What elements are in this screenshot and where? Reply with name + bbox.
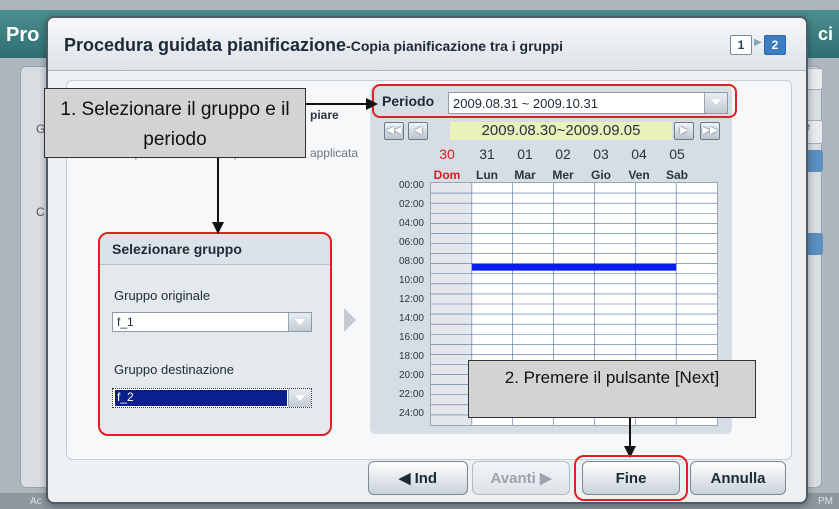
back-button[interactable]: ◀ Ind xyxy=(368,461,468,495)
time-label: 14:00 xyxy=(398,313,424,324)
time-label: 22:00 xyxy=(398,389,424,400)
previous-week-button[interactable]: ◀ xyxy=(408,122,428,140)
group-panel-heading: Selezionare gruppo xyxy=(112,241,242,257)
cancel-button[interactable]: Annulla xyxy=(690,461,786,495)
date-number: 04 xyxy=(631,146,647,162)
step-arrow-icon: ▶ xyxy=(754,37,762,48)
date-number: 03 xyxy=(593,146,609,162)
time-label: 04:00 xyxy=(398,218,424,229)
group-panel-header: Selezionare gruppo xyxy=(100,234,330,265)
original-group-label: Gruppo originale xyxy=(114,288,211,303)
callout1-arrow-down-line xyxy=(217,158,219,224)
original-group-value: f_1 xyxy=(117,315,134,329)
description-bold: piare xyxy=(310,108,339,122)
chevron-down-icon[interactable] xyxy=(288,313,311,331)
date-number: 30 xyxy=(439,146,455,162)
callout1-arrow-right-icon xyxy=(366,98,378,110)
day-name: Mer xyxy=(552,168,574,182)
arrow-right-icon xyxy=(344,308,356,332)
chevron-down-icon[interactable] xyxy=(288,389,311,407)
period-label: Periodo xyxy=(382,93,435,109)
background-label-c: C xyxy=(36,205,45,219)
time-label: 06:00 xyxy=(398,237,424,248)
time-label: 02:00 xyxy=(398,199,424,210)
time-label: 18:00 xyxy=(398,351,424,362)
date-number: 02 xyxy=(555,146,571,162)
day-name: Mar xyxy=(514,168,536,182)
date-number: 01 xyxy=(517,146,533,162)
time-label: 00:00 xyxy=(398,180,424,191)
last-week-button[interactable]: ▶▶ xyxy=(700,122,720,140)
step-indicator-2: 2 xyxy=(764,35,786,55)
destination-group-label: Gruppo destinazione xyxy=(114,362,234,377)
dialog-subtitle: -Copia pianificazione tra i gruppi xyxy=(346,38,564,54)
callout-step2: 2. Premere il pulsante [Next] xyxy=(468,360,756,418)
destination-group-select[interactable]: f_2 xyxy=(112,388,312,408)
dialog-title: Procedura guidata pianificazione-Copia p… xyxy=(64,35,563,56)
time-label: 16:00 xyxy=(398,332,424,343)
chevron-down-icon[interactable] xyxy=(704,93,727,113)
day-name: Gio xyxy=(591,168,611,182)
next-week-button[interactable]: ▶ xyxy=(674,122,694,140)
finish-button[interactable]: Fine xyxy=(582,461,680,495)
background-footer-right: PM xyxy=(818,496,833,507)
time-label: 08:00 xyxy=(398,256,424,267)
callout1-arrow-line xyxy=(306,103,368,105)
dialog-title-main: Procedura guidata pianificazione xyxy=(64,35,347,55)
callout-step1: 1. Selezionare il gruppo e il periodo xyxy=(44,88,306,158)
background-header-right: ci xyxy=(817,24,833,44)
week-range: 2009.08.30~2009.09.05 xyxy=(450,122,672,140)
first-week-button[interactable]: ◀◀ xyxy=(384,122,404,140)
day-name: Lun xyxy=(476,168,498,182)
day-name: Dom xyxy=(433,168,461,182)
original-group-select[interactable]: f_1 xyxy=(112,312,312,332)
date-number: 05 xyxy=(669,146,685,162)
background-footer-left: Ac xyxy=(30,496,42,507)
day-name: Ven xyxy=(628,168,650,182)
schedule-bar xyxy=(471,263,677,271)
time-label: 12:00 xyxy=(398,294,424,305)
time-label: 24:00 xyxy=(398,408,424,419)
group-select-panel: Selezionare gruppo Gruppo originale f_1 … xyxy=(98,232,332,436)
dialog-title-bar: Procedura guidata pianificazione-Copia p… xyxy=(48,18,806,71)
destination-group-value: f_2 xyxy=(115,390,287,406)
time-label: 20:00 xyxy=(398,370,424,381)
date-number: 31 xyxy=(479,146,495,162)
time-label: 10:00 xyxy=(398,275,424,286)
callout1-arrow-down-icon xyxy=(212,222,224,234)
next-button[interactable]: Avanti ▶ xyxy=(472,461,570,495)
period-select[interactable]: 2009.08.31 ~ 2009.10.31 xyxy=(448,92,728,114)
period-value: 2009.08.31 ~ 2009.10.31 xyxy=(453,96,598,111)
step-indicator-1: 1 xyxy=(730,35,752,55)
background-app-title: Pro xyxy=(6,24,40,46)
callout2-arrow-line xyxy=(629,418,631,448)
day-name: Sab xyxy=(665,168,688,182)
